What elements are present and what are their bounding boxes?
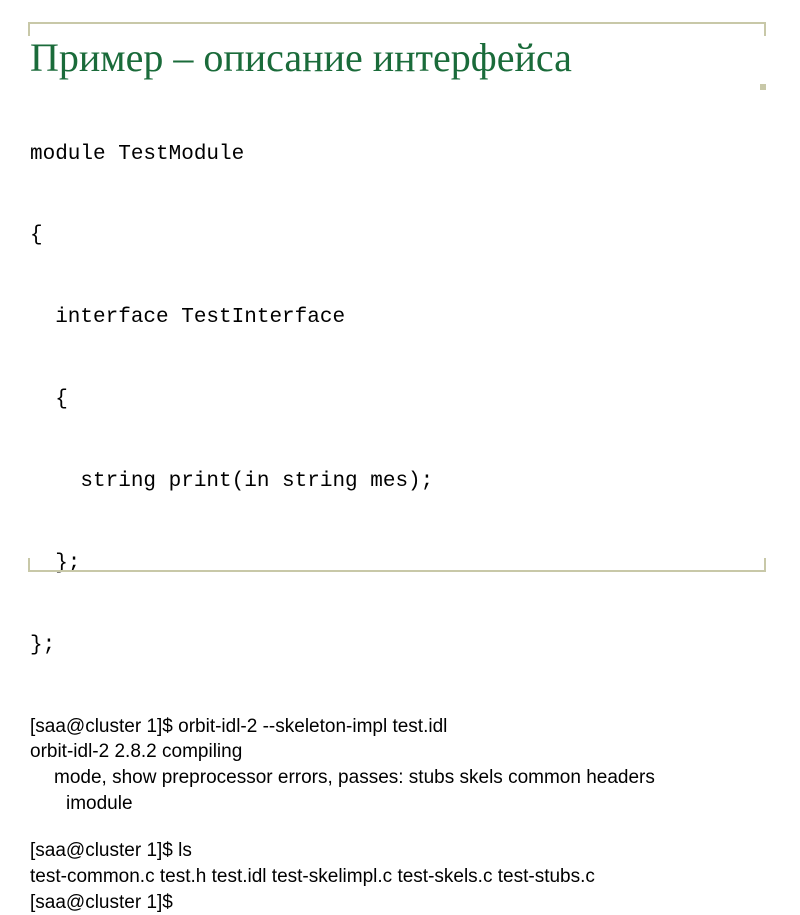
- terminal-line: [saa@cluster 1]$ ls: [30, 838, 770, 864]
- slide-body: module TestModule { interface TestInterf…: [24, 86, 776, 915]
- bottom-left-tick: [28, 558, 30, 572]
- code-line: string print(in string mes);: [30, 468, 770, 495]
- idl-code-block: module TestModule { interface TestInterf…: [30, 86, 770, 714]
- code-line: {: [30, 386, 770, 413]
- terminal-line: imodule: [30, 791, 770, 817]
- decor-dot: [760, 84, 766, 90]
- code-line: };: [30, 632, 770, 659]
- top-left-tick: [28, 22, 30, 36]
- blank-line: [30, 816, 770, 838]
- code-line: module TestModule: [30, 141, 770, 168]
- code-line: interface TestInterface: [30, 304, 770, 331]
- slide-frame: Пример – описание интерфейса module Test…: [24, 22, 776, 578]
- top-right-tick: [764, 22, 766, 36]
- bottom-rule: [28, 570, 766, 572]
- terminal-line: mode, show preprocessor errors, passes: …: [30, 765, 770, 791]
- terminal-line: orbit-idl-2 2.8.2 compiling: [30, 739, 770, 765]
- terminal-block: [saa@cluster 1]$ orbit-idl-2 --skeleton-…: [30, 714, 770, 915]
- terminal-line: test-common.c test.h test.idl test-skeli…: [30, 864, 770, 890]
- terminal-line: [saa@cluster 1]$: [30, 890, 770, 915]
- code-line: {: [30, 222, 770, 249]
- bottom-right-tick: [764, 558, 766, 572]
- slide-title: Пример – описание интерфейса: [24, 22, 776, 86]
- code-line: };: [30, 550, 770, 577]
- top-rule: [28, 22, 766, 24]
- terminal-line: [saa@cluster 1]$ orbit-idl-2 --skeleton-…: [30, 714, 770, 740]
